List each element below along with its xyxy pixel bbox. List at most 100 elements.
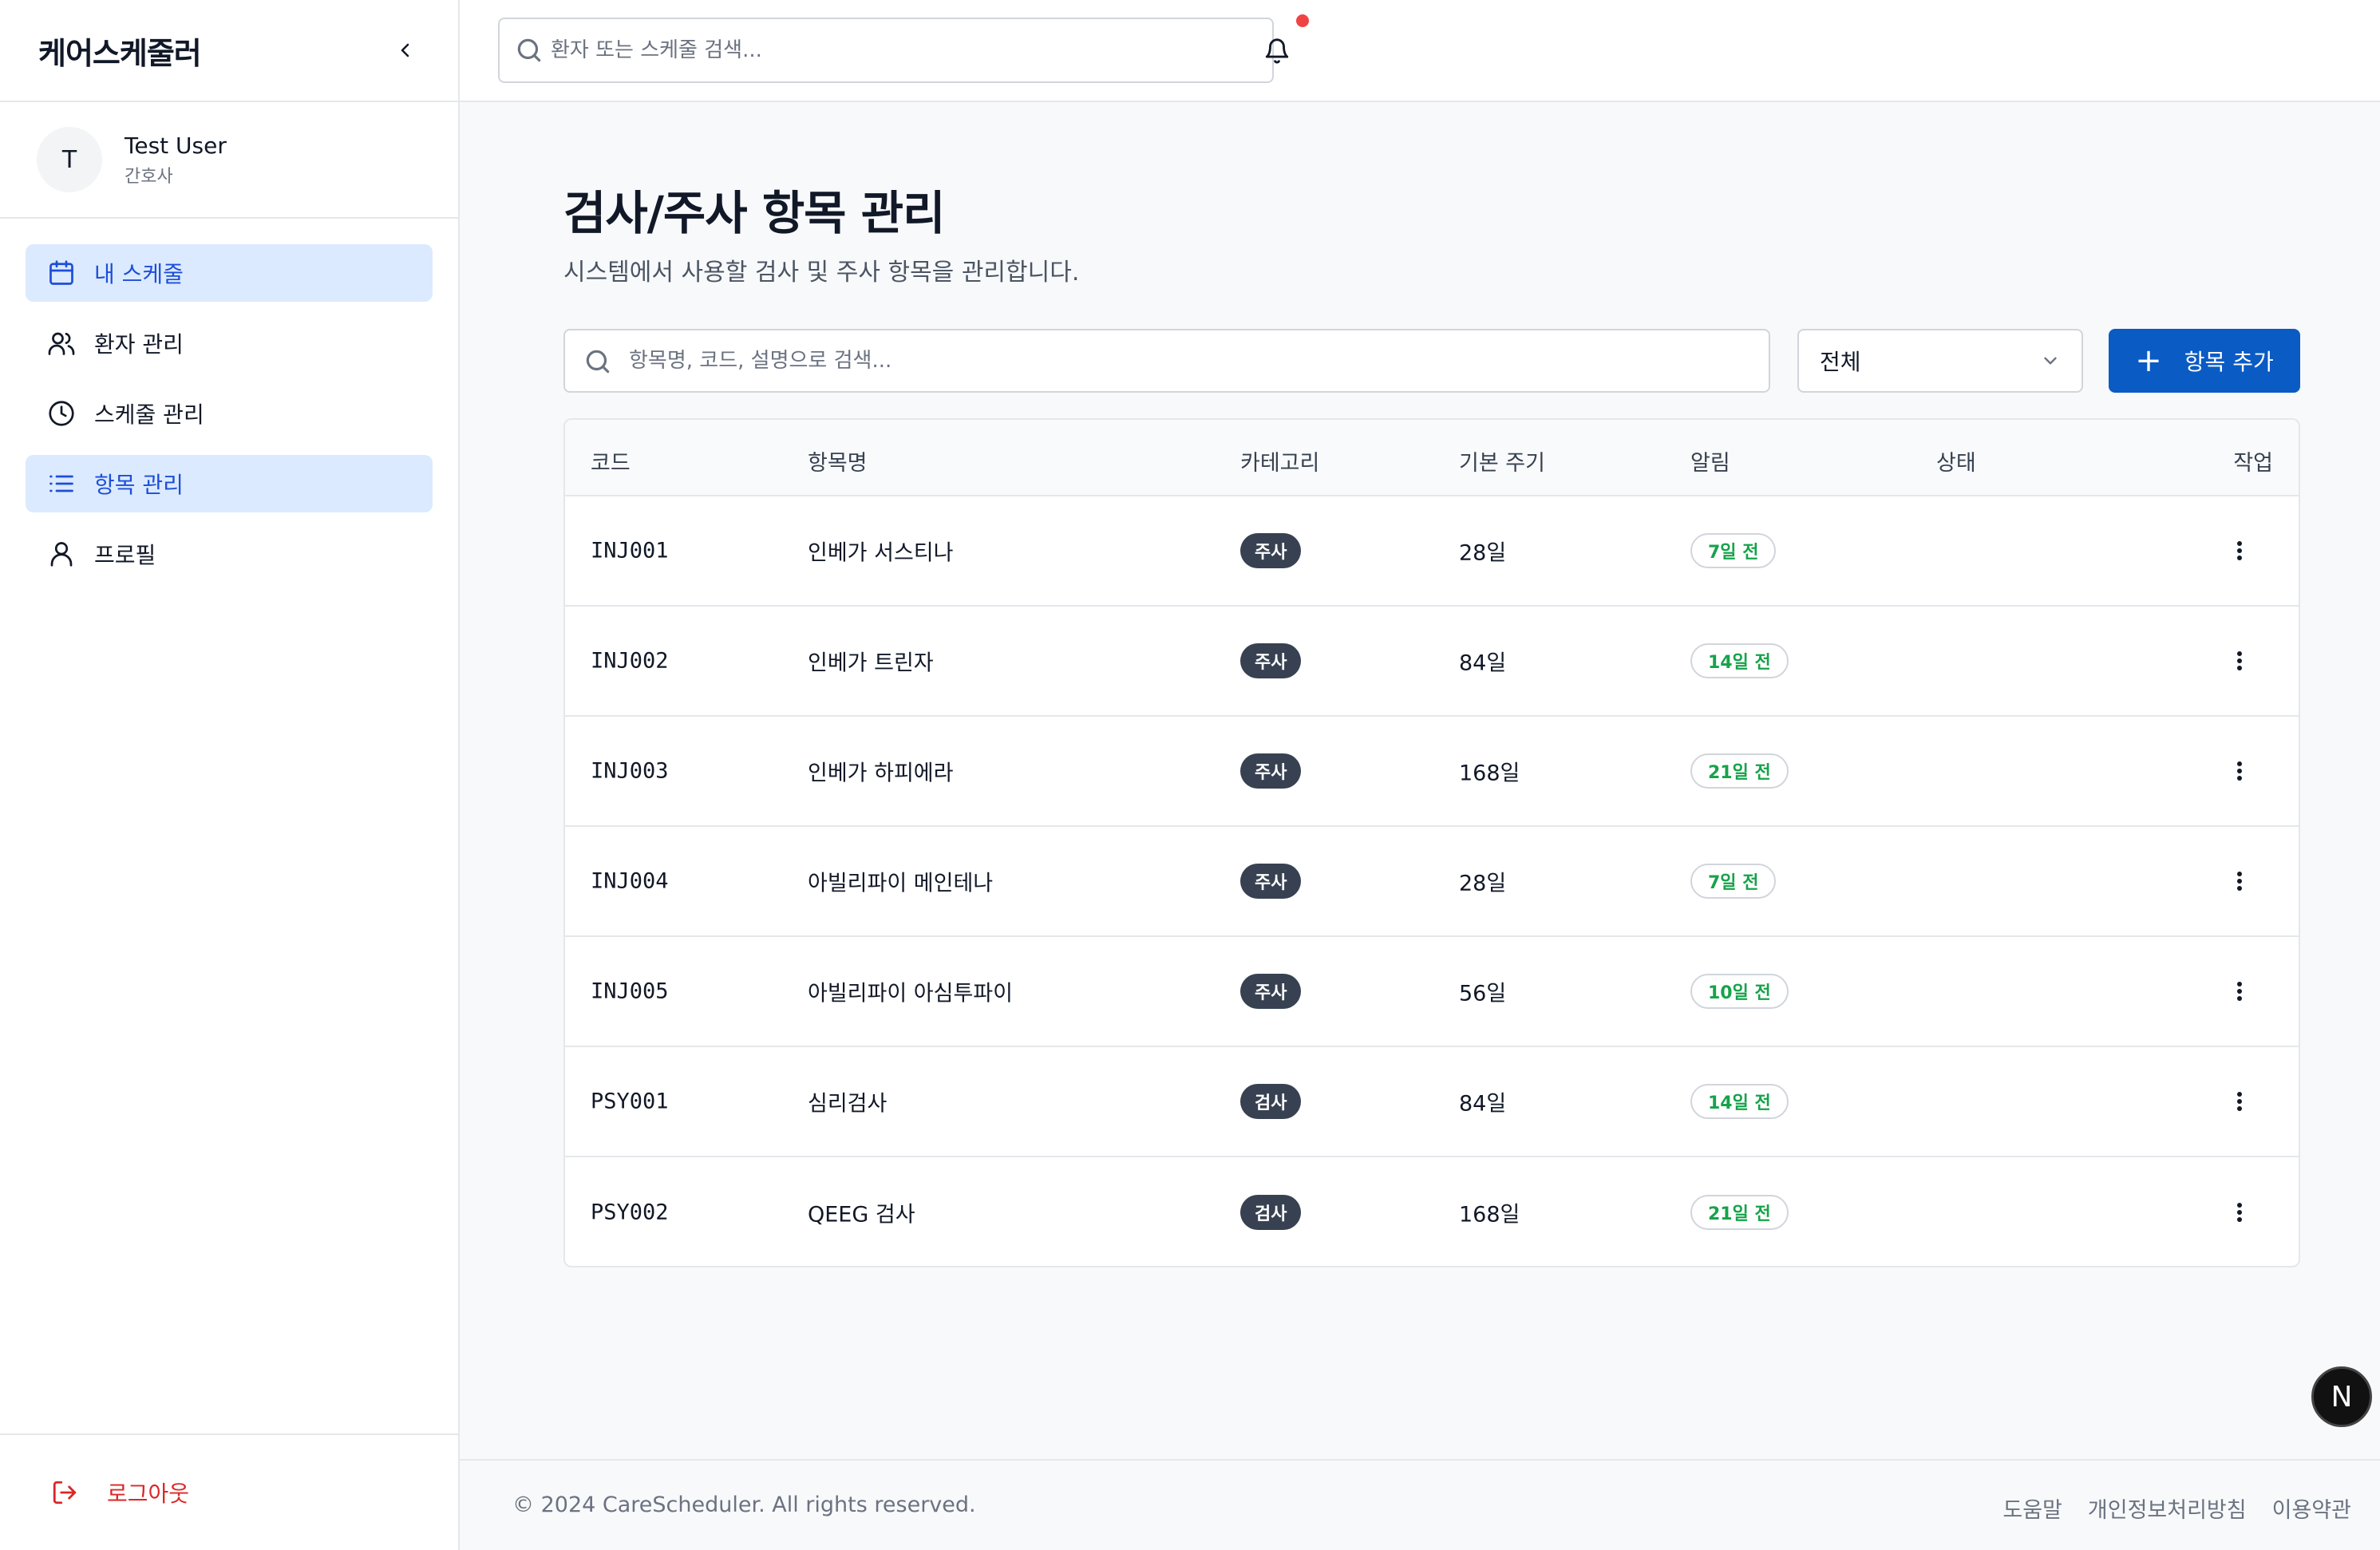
- more-vertical-icon: [2237, 1092, 2242, 1111]
- sidebar-item-label: 환자 관리: [94, 331, 184, 358]
- main-content: 검사/주사 항목 관리 시스템에서 사용할 검사 및 주사 항목을 관리합니다.…: [460, 102, 2380, 1459]
- item-code: INJ003: [591, 758, 669, 784]
- page-title: 검사/주사 항목 관리: [563, 186, 945, 240]
- more-actions-button[interactable]: [2224, 755, 2255, 787]
- avatar: T: [37, 127, 102, 192]
- items-table: 코드 항목명 카테고리 기본 주기 알림 상태 작업 INJ001 인베가 서스…: [563, 418, 2300, 1267]
- item-code: PSY002: [591, 1200, 669, 1225]
- more-vertical-icon: [2237, 651, 2242, 670]
- item-cycle: 28일: [1459, 540, 1507, 566]
- column-header-name: 항목명: [808, 451, 868, 476]
- global-search: [498, 18, 1274, 83]
- category-badge: 주사: [1240, 533, 1302, 568]
- item-search: [563, 329, 1770, 393]
- alert-badge: 10일 전: [1690, 974, 1789, 1009]
- collapse-sidebar-button[interactable]: [389, 34, 421, 66]
- plus-icon: +: [2135, 342, 2162, 379]
- item-name: 아빌리파이 아심투파이: [808, 981, 1013, 1006]
- sidebar: 케어스케줄러 T Test User 간호사 내 스케줄 환자 관리 스케줄 관…: [0, 0, 460, 1550]
- clock-icon: [45, 397, 78, 430]
- sidebar-item-items-manage[interactable]: 항목 관리: [26, 455, 433, 512]
- more-vertical-icon: [2237, 761, 2242, 781]
- table-row: INJ005 아빌리파이 아심투파이 주사 56일 10일 전: [565, 937, 2299, 1047]
- table-row: INJ004 아빌리파이 메인테나 주사 28일 7일 전: [565, 827, 2299, 937]
- page-description: 시스템에서 사용할 검사 및 주사 항목을 관리합니다.: [563, 259, 1080, 287]
- more-actions-button[interactable]: [2224, 865, 2255, 897]
- item-cycle: 28일: [1459, 871, 1507, 896]
- item-name: QEEG 검사: [808, 1202, 915, 1228]
- sidebar-item-label: 항목 관리: [94, 472, 184, 498]
- notification-dot: [1296, 14, 1309, 27]
- category-badge: 주사: [1240, 974, 1302, 1009]
- global-search-input[interactable]: [551, 38, 1272, 62]
- add-item-button[interactable]: + 항목 추가: [2109, 329, 2300, 393]
- copyright: © 2024 CareScheduler. All rights reserve…: [512, 1493, 976, 1517]
- table-row: PSY002 QEEG 검사 검사 168일 21일 전: [565, 1157, 2299, 1266]
- alert-badge: 14일 전: [1690, 1084, 1789, 1119]
- category-badge: 주사: [1240, 753, 1302, 789]
- brand-title: 케어스케줄러: [38, 35, 202, 71]
- sidebar-item-label: 내 스케줄: [94, 261, 184, 287]
- category-badge: 검사: [1240, 1084, 1302, 1119]
- item-code: INJ001: [591, 538, 669, 563]
- item-cycle: 168일: [1459, 761, 1520, 786]
- alert-badge: 7일 전: [1690, 533, 1777, 568]
- item-cycle: 84일: [1459, 1091, 1507, 1117]
- item-cycle: 84일: [1459, 650, 1507, 676]
- list-icon: [45, 467, 78, 500]
- sidebar-item-my-schedule[interactable]: 내 스케줄: [26, 244, 433, 302]
- category-badge: 주사: [1240, 864, 1302, 899]
- table-row: INJ003 인베가 하피에라 주사 168일 21일 전: [565, 717, 2299, 827]
- column-header-action: 작업: [2233, 451, 2273, 476]
- item-code: INJ004: [591, 868, 669, 894]
- sidebar-item-patients[interactable]: 환자 관리: [26, 314, 433, 372]
- column-header-code: 코드: [591, 451, 631, 476]
- footer-link-help[interactable]: 도움말: [2002, 1493, 2062, 1524]
- alert-badge: 21일 전: [1690, 753, 1789, 789]
- users-icon: [45, 326, 78, 360]
- column-header-status: 상태: [1936, 451, 1976, 476]
- sidebar-item-schedule-manage[interactable]: 스케줄 관리: [26, 385, 433, 442]
- more-actions-button[interactable]: [2224, 975, 2255, 1007]
- table-header: 코드 항목명 카테고리 기본 주기 알림 상태 작업: [565, 420, 2299, 496]
- footer-link-terms[interactable]: 이용약관: [2272, 1493, 2351, 1524]
- chevron-down-icon: [2044, 357, 2057, 365]
- table-row: INJ001 인베가 서스티나 주사 28일 7일 전: [565, 496, 2299, 607]
- calendar-icon: [45, 256, 78, 290]
- logout-button[interactable]: 로그아웃: [0, 1433, 458, 1550]
- footer-link-privacy[interactable]: 개인정보처리방침: [2088, 1493, 2247, 1524]
- footer-links: 도움말 개인정보처리방침 이용약관: [2002, 1493, 2351, 1524]
- column-header-category: 카테고리: [1240, 451, 1320, 476]
- more-vertical-icon: [2237, 982, 2242, 1001]
- item-code: INJ005: [591, 979, 669, 1004]
- more-actions-button[interactable]: [2224, 1085, 2255, 1117]
- category-badge: 주사: [1240, 643, 1302, 678]
- dev-tools-badge[interactable]: N: [2311, 1366, 2372, 1427]
- item-cycle: 56일: [1459, 981, 1507, 1006]
- brand-header: 케어스케줄러: [0, 0, 458, 102]
- item-name: 인베가 하피에라: [808, 761, 954, 786]
- sidebar-nav: 내 스케줄 환자 관리 스케줄 관리 항목 관리 프로필: [0, 219, 458, 583]
- column-header-alert: 알림: [1690, 451, 1730, 476]
- item-search-input[interactable]: [629, 349, 1769, 373]
- logout-label: 로그아웃: [107, 1481, 190, 1507]
- user-role: 간호사: [125, 166, 173, 187]
- more-actions-button[interactable]: [2224, 1196, 2255, 1228]
- user-icon: [45, 537, 78, 571]
- search-icon: [517, 38, 541, 62]
- more-actions-button[interactable]: [2224, 535, 2255, 567]
- item-cycle: 168일: [1459, 1202, 1520, 1228]
- item-name: 심리검사: [808, 1091, 888, 1117]
- notifications-button[interactable]: [1258, 32, 1296, 70]
- alert-badge: 14일 전: [1690, 643, 1789, 678]
- search-icon: [586, 350, 610, 374]
- sidebar-item-label: 스케줄 관리: [94, 401, 204, 428]
- item-code: PSY001: [591, 1089, 669, 1114]
- more-actions-button[interactable]: [2224, 645, 2255, 677]
- sidebar-item-profile[interactable]: 프로필: [26, 525, 433, 583]
- category-filter-value: 전체: [1820, 349, 1861, 375]
- category-filter-select[interactable]: 전체: [1797, 329, 2083, 393]
- user-name: Test User: [125, 132, 227, 159]
- more-vertical-icon: [2237, 872, 2242, 891]
- footer: © 2024 CareScheduler. All rights reserve…: [460, 1459, 2380, 1550]
